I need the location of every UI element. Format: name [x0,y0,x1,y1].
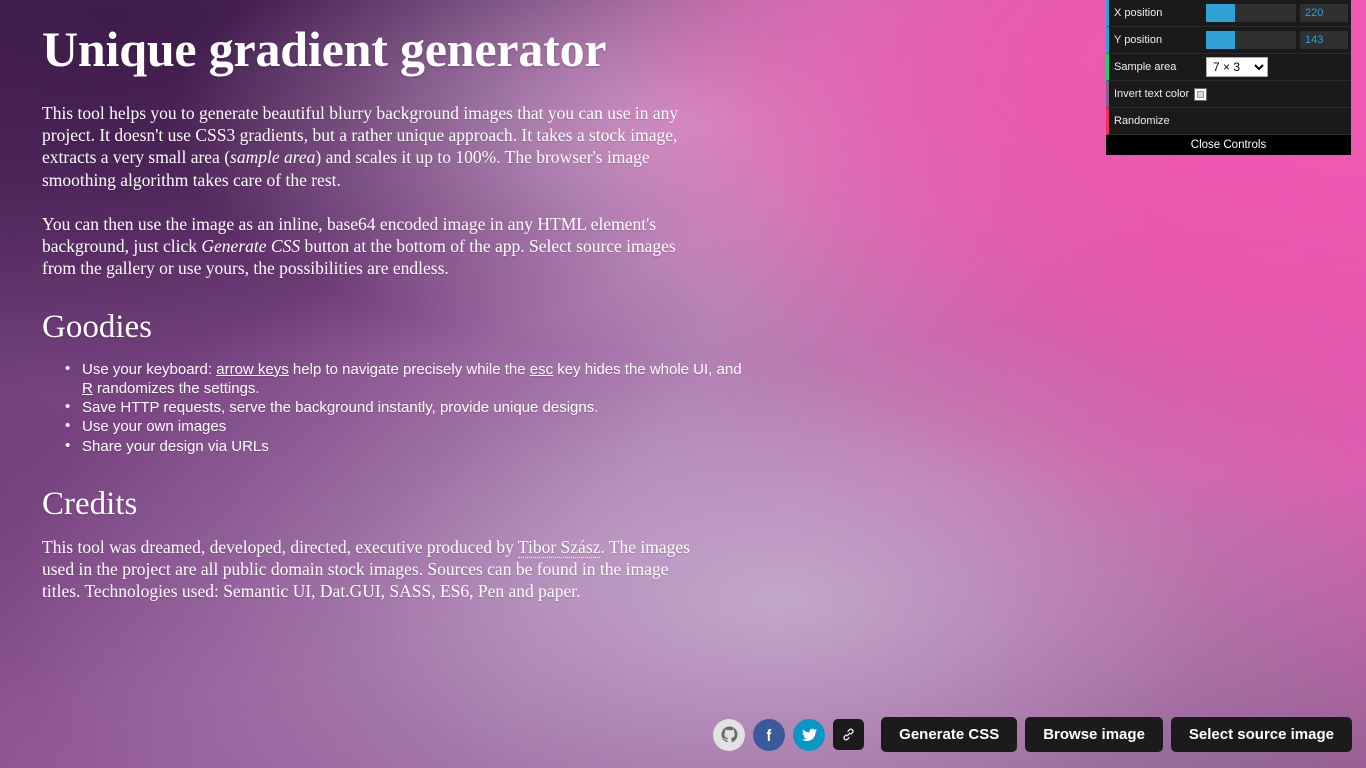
generate-css-button[interactable]: Generate CSS [881,717,1018,752]
github-button[interactable] [713,718,746,751]
y-position-value[interactable]: 143 [1300,31,1348,49]
gui-label-x-position: X position [1114,7,1163,19]
credits-paragraph: This tool was dreamed, developed, direct… [42,537,690,602]
credits-heading: Credits [42,485,138,522]
gui-label-randomize: Randomize [1114,115,1170,127]
x-position-slider-fill [1206,4,1235,22]
gui-row-x-position[interactable]: X position 220 [1106,0,1351,27]
y-position-slider-fill [1206,31,1235,49]
close-controls-button[interactable]: Close Controls [1106,135,1351,155]
intro-paragraph-2: You can then use the image as an inline,… [42,213,676,279]
select-source-image-button[interactable]: Select source image [1170,717,1352,752]
intro-paragraph-1: This tool helps you to generate beautifu… [42,103,679,190]
sample-area-select[interactable]: 1 × 12 × 23 × 35 × 27 × 310 × 10 [1206,57,1268,77]
list-item: Use your keyboard: arrow keys help to na… [65,359,742,398]
y-position-slider[interactable] [1206,31,1296,49]
x-position-slider[interactable] [1206,4,1296,22]
gui-row-invert-text-color[interactable]: Invert text color [1106,81,1351,108]
twitter-icon [801,728,817,741]
gui-row-randomize[interactable]: Randomize [1106,108,1351,135]
browse-image-button[interactable]: Browse image [1025,717,1163,752]
gui-row-sample-area[interactable]: Sample area 1 × 12 × 23 × 35 × 27 × 310 … [1106,54,1351,81]
gui-label-invert-text-color: Invert text color [1114,88,1190,100]
facebook-icon [767,728,772,741]
gui-label-y-position: Y position [1114,34,1163,46]
goodies-list: Use your keyboard: arrow keys help to na… [42,359,742,456]
goodies-heading: Goodies [42,309,152,346]
content-column: Unique gradient generator This tool help… [0,0,742,603]
list-item: Use your own images [65,416,742,436]
invert-text-color-checkbox[interactable] [1194,87,1208,101]
page-title: Unique gradient generator [42,21,607,77]
github-icon [721,726,738,743]
list-item: Share your design via URLs [65,436,742,456]
facebook-button[interactable] [753,718,786,751]
dat-gui-panel: X position 220 Y position 143 Sample are… [1106,0,1351,155]
twitter-button[interactable] [793,718,826,751]
gui-label-sample-area: Sample area [1114,61,1177,73]
gui-row-y-position[interactable]: Y position 143 [1106,27,1351,54]
x-position-value[interactable]: 220 [1300,4,1348,22]
link-icon [843,728,854,741]
copy-link-button[interactable] [833,719,865,750]
action-bar: Generate CSS Browse image Select source … [713,717,1352,752]
list-item: Save HTTP requests, serve the background… [65,397,742,417]
